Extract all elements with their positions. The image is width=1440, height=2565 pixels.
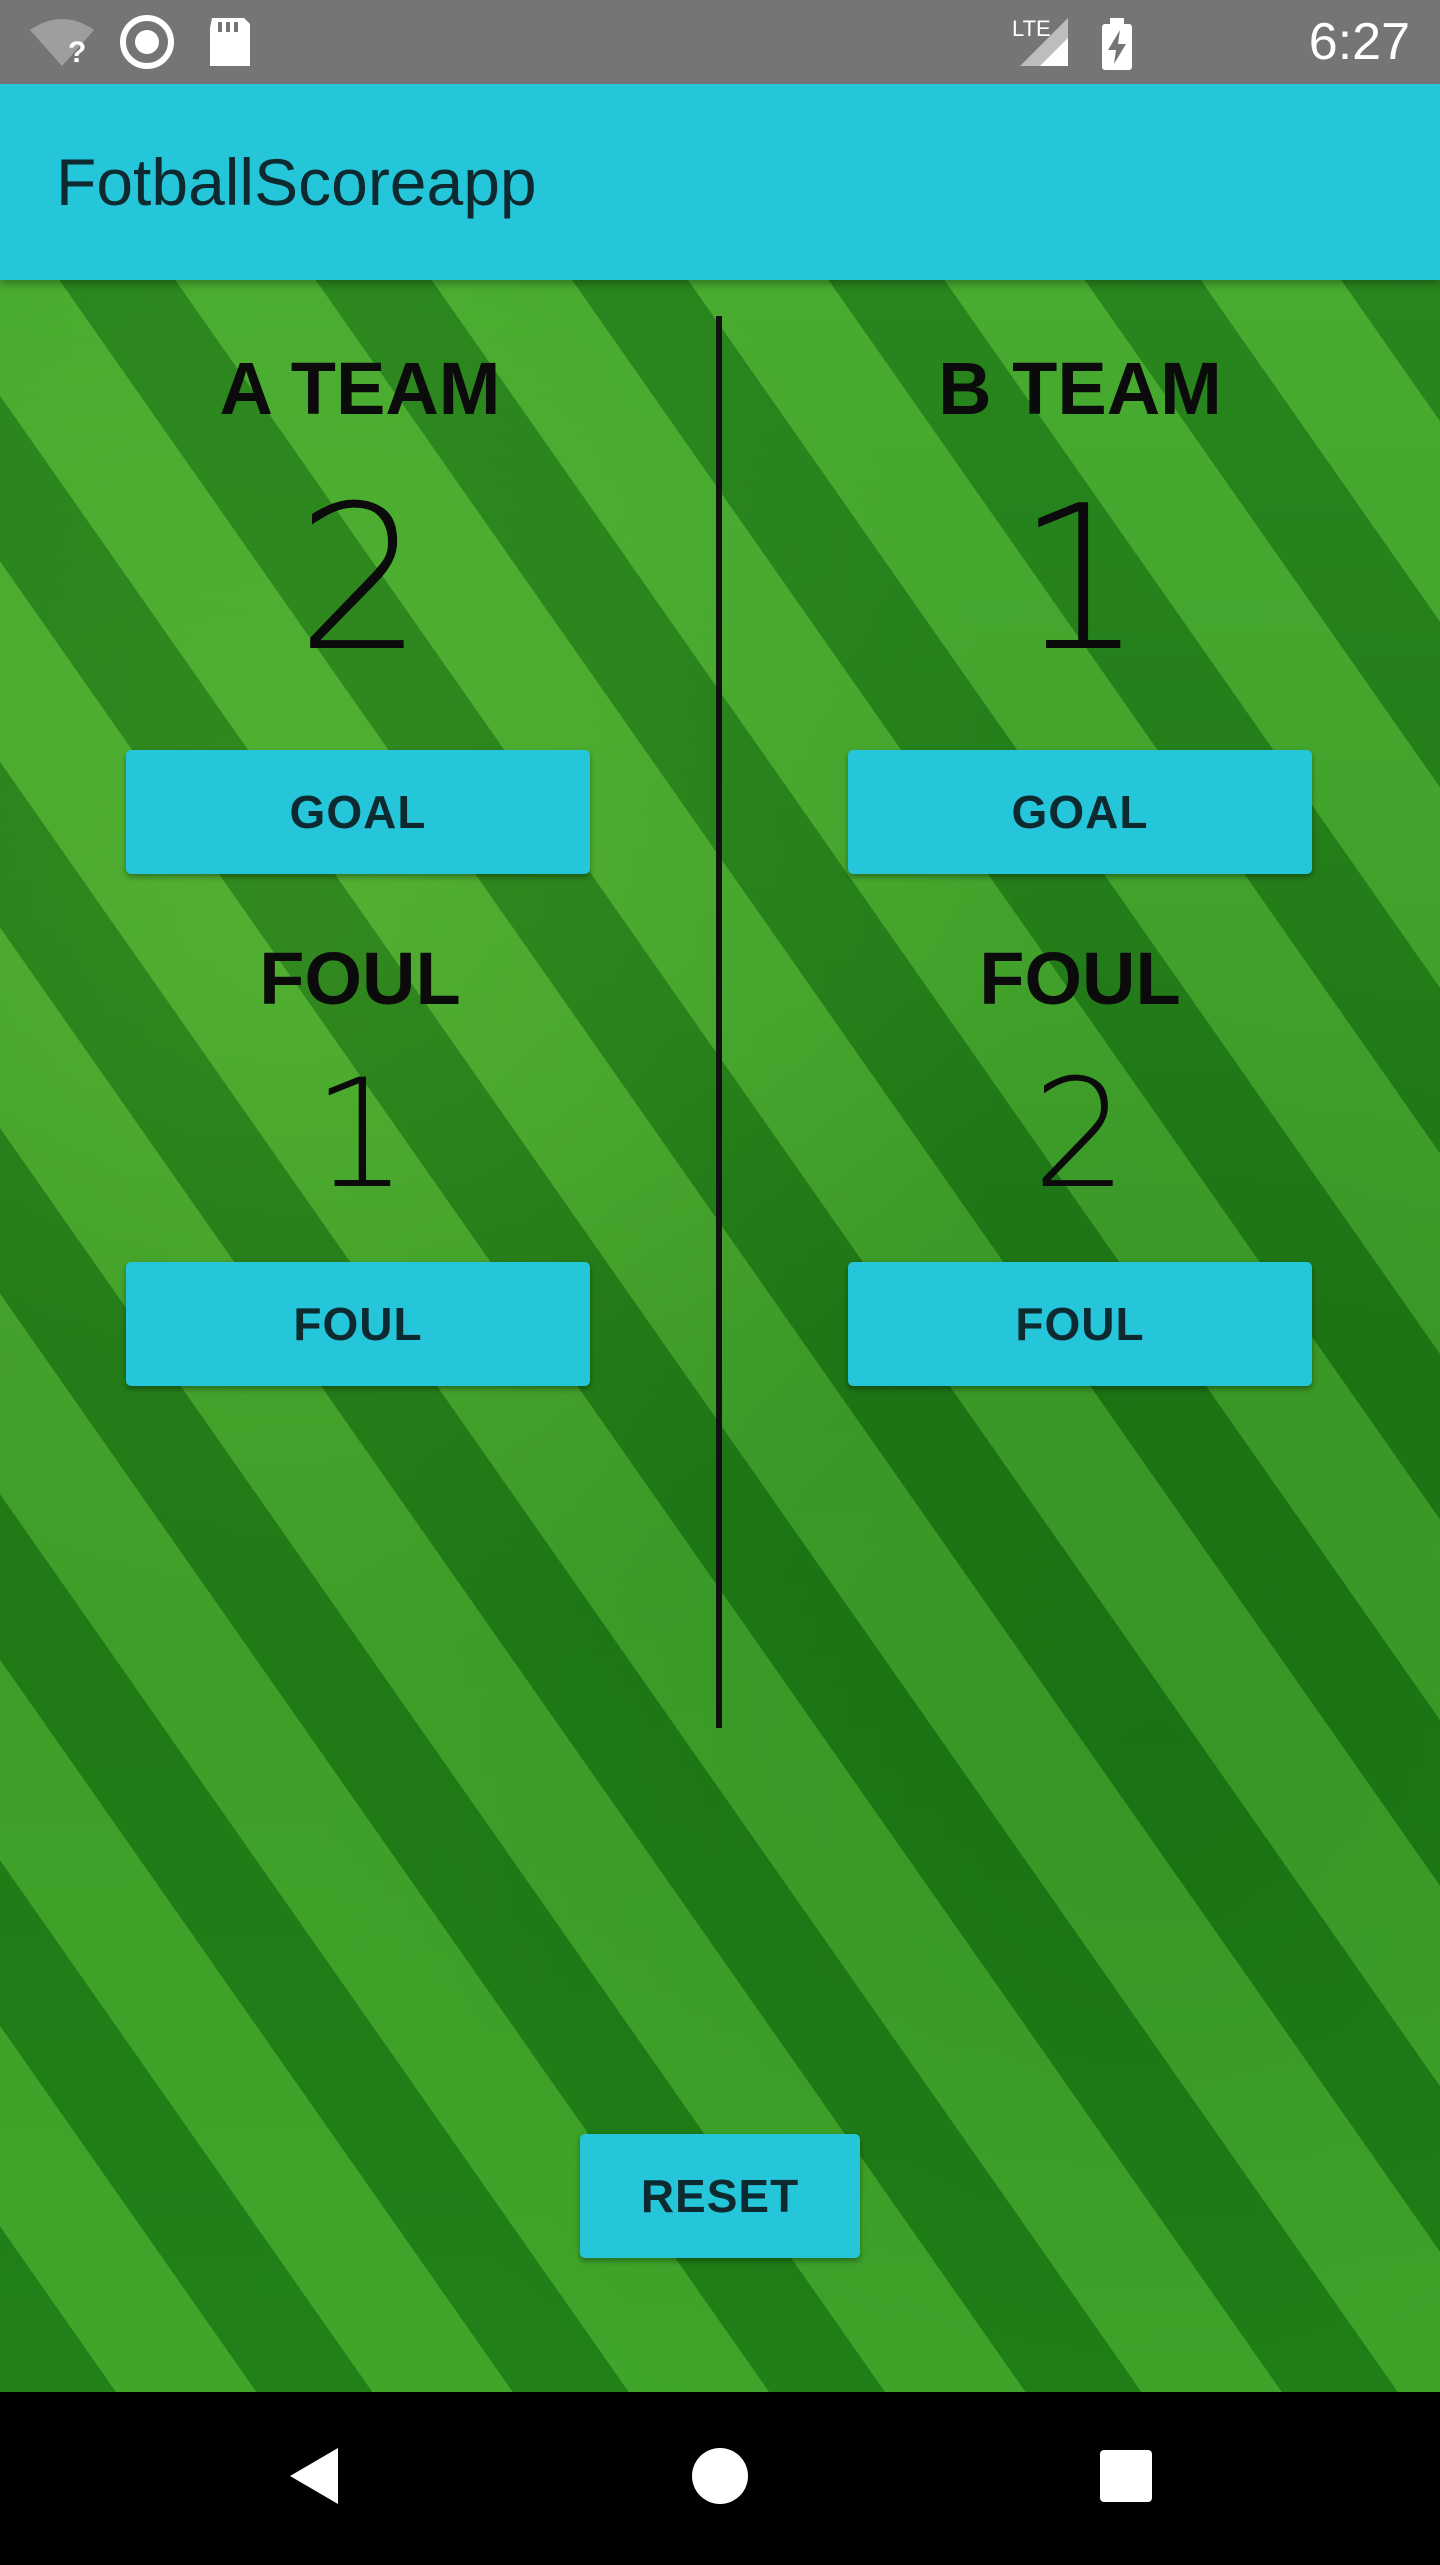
team-a-foul-label: FOUL — [259, 937, 461, 1020]
sync-circle-icon — [120, 15, 174, 69]
navigation-bar — [0, 2392, 1440, 2560]
home-icon[interactable] — [692, 2448, 748, 2504]
wifi-unknown-icon: ? — [30, 19, 94, 69]
team-b-goal-button[interactable]: GOAL — [848, 750, 1312, 874]
status-icons-left: ? — [0, 0, 260, 84]
status-left-svg: ? — [30, 15, 250, 69]
team-a-panel: A TEAM 2 GOAL FOUL 1 FOUL — [0, 280, 720, 1480]
team-a-foul-button[interactable]: FOUL — [126, 1262, 590, 1386]
reset-button[interactable]: RESET — [580, 2134, 860, 2258]
status-time: 6:27 — [1308, 13, 1410, 71]
team-b-foul-count: 2 — [1032, 1048, 1128, 1222]
team-a-name: A TEAM — [219, 347, 501, 430]
battery-charging-icon — [1102, 18, 1132, 70]
navigation-svg — [290, 2448, 1152, 2504]
team-a-goal-button[interactable]: GOAL — [126, 750, 590, 874]
team-b-foul-label: FOUL — [979, 937, 1181, 1020]
back-icon[interactable] — [290, 2448, 338, 2504]
sd-card-icon — [210, 18, 250, 66]
svg-text:?: ? — [68, 36, 86, 69]
team-b-foul-button[interactable]: FOUL — [848, 1262, 1312, 1386]
lte-signal-icon: LTE — [1012, 16, 1068, 66]
recents-icon[interactable] — [1100, 2450, 1152, 2502]
team-a-score: 2 — [296, 463, 424, 696]
lte-label: LTE — [1012, 16, 1051, 41]
app-bar: FotballScoreapp — [0, 84, 1440, 280]
team-a-foul-count: 1 — [312, 1048, 408, 1222]
status-bar: ? LTE 6:27 — [0, 0, 1440, 84]
team-b-name: B TEAM — [938, 347, 1222, 430]
team-b-score: 1 — [1016, 463, 1144, 696]
app-title: FotballScoreapp — [56, 145, 537, 219]
team-b-panel: B TEAM 1 GOAL FOUL 2 FOUL — [720, 280, 1440, 1480]
